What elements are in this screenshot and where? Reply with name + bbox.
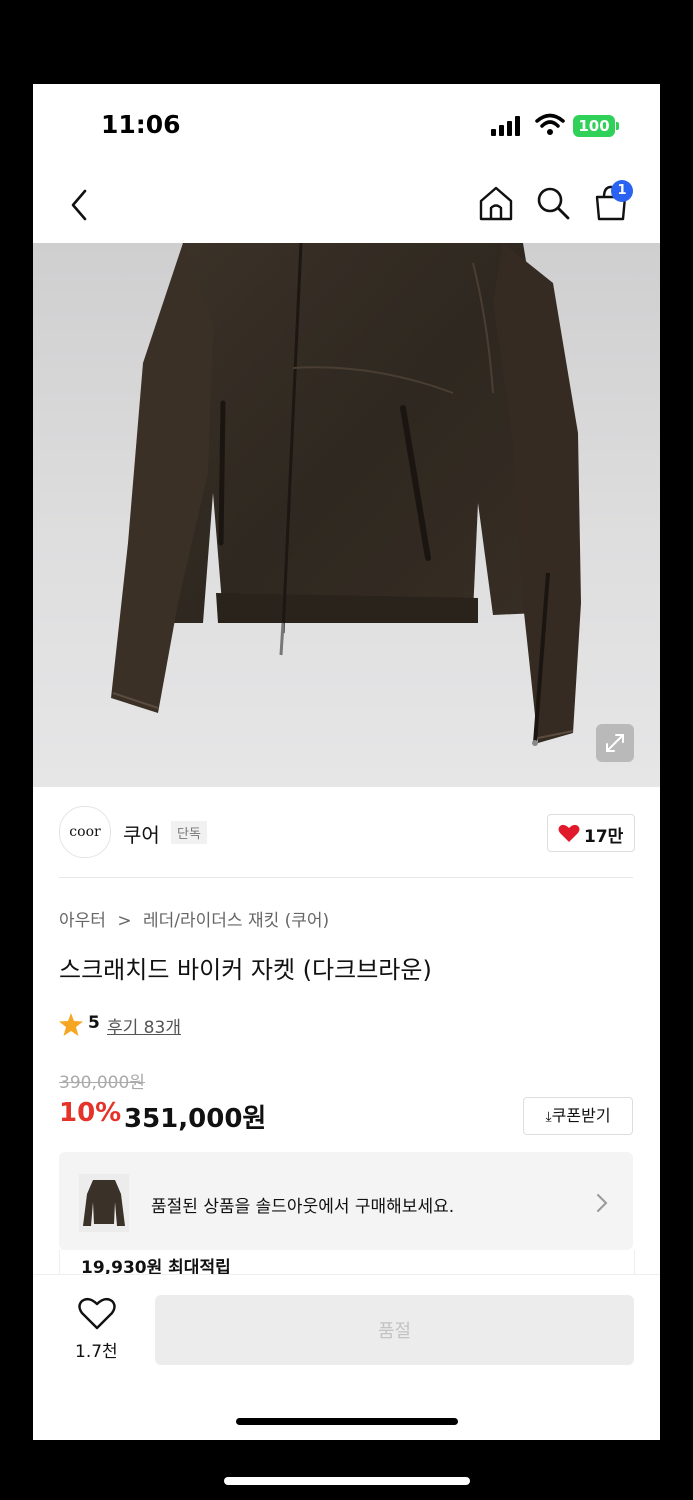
soldout-banner-text: 품절된 상품을 솔드아웃에서 구매해보세요. <box>151 1197 455 1217</box>
heart-filled-icon <box>558 824 580 842</box>
breadcrumb-subcategory[interactable]: 레더/라이더스 재킷 (쿠어) <box>143 911 329 931</box>
signal-icon <box>491 116 520 136</box>
expand-icon[interactable] <box>596 724 634 762</box>
review-count-link[interactable]: 후기 83개 <box>107 1013 181 1038</box>
home-indicator[interactable] <box>236 1418 458 1425</box>
status-bar: 11:06 100 <box>33 84 660 164</box>
phone-screen: 11:06 100 1 coor 쿠어 단독 17만 아우터 > 레더/라이더스… <box>33 84 660 1440</box>
divider <box>59 877 633 878</box>
jacket-thumbnail <box>79 1174 129 1232</box>
coupon-button[interactable]: ⤓쿠폰받기 <box>523 1097 633 1135</box>
original-price: 390,000원 <box>59 1073 145 1093</box>
breadcrumb: 아우터 > 레더/라이더스 재킷 (쿠어) <box>59 906 329 931</box>
soldout-button[interactable]: 품절 <box>155 1295 634 1365</box>
product-title: 스크래치드 바이커 자켓 (다크브라운) <box>59 956 432 984</box>
heart-outline-icon[interactable] <box>77 1297 117 1331</box>
battery-indicator: 100 <box>573 115 615 137</box>
jacket-image <box>111 243 581 746</box>
battery-tip <box>616 122 619 130</box>
breadcrumb-category[interactable]: 아우터 <box>59 911 106 931</box>
top-nav <box>33 164 660 244</box>
home-icon[interactable] <box>476 183 516 223</box>
product-image[interactable] <box>33 243 660 787</box>
coupon-label: 쿠폰받기 <box>551 1106 611 1125</box>
wifi-icon <box>535 113 565 135</box>
breadcrumb-separator: > <box>117 911 132 931</box>
discount-rate: 10% <box>59 1098 122 1128</box>
brand-logo[interactable]: coor <box>59 806 111 858</box>
outer-home-indicator <box>224 1477 470 1485</box>
wish-count: 1.7천 <box>75 1342 118 1362</box>
rating-score: 5 <box>88 1013 100 1033</box>
star-icon <box>59 1013 83 1036</box>
brand-like-count: 17만 <box>584 827 624 847</box>
brand-name[interactable]: 쿠어 <box>123 819 160 848</box>
chevron-right-icon <box>597 1194 608 1212</box>
exclusive-tag: 단독 <box>171 821 207 844</box>
status-time: 11:06 <box>101 110 181 139</box>
cart-count-badge: 1 <box>611 180 633 202</box>
back-arrow-icon[interactable] <box>59 185 99 225</box>
sale-price: 351,000원 <box>124 1104 267 1134</box>
search-icon[interactable] <box>533 183 573 223</box>
brand-like-button[interactable]: 17만 <box>547 814 635 852</box>
